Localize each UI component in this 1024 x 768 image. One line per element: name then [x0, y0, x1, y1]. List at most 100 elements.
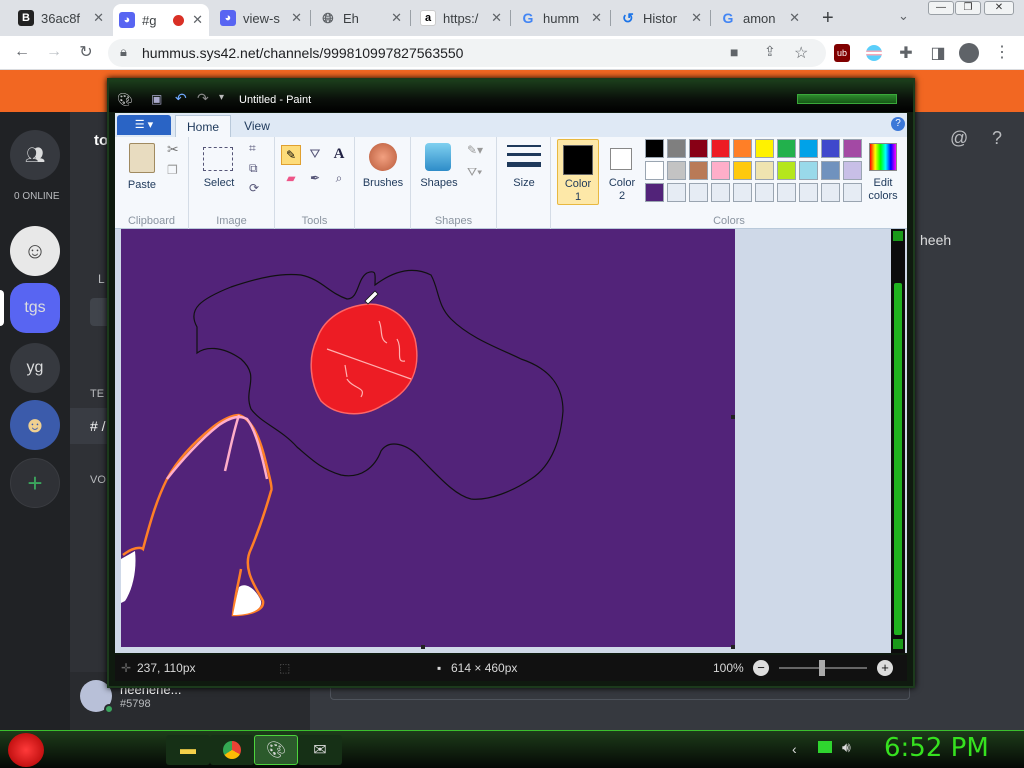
- drawing-canvas[interactable]: [121, 229, 735, 647]
- file-menu-button[interactable]: ☰ ▾: [117, 115, 171, 135]
- color1-button[interactable]: Color 1: [557, 139, 599, 205]
- palette-swatch[interactable]: [821, 183, 840, 202]
- tab-search-chevron-icon[interactable]: ⌄: [898, 8, 909, 24]
- bookmark-star-icon[interactable]: ☆: [794, 43, 808, 63]
- zoom-slider-thumb[interactable]: [819, 660, 825, 676]
- tray-chevron-icon[interactable]: ‹: [792, 741, 797, 757]
- channel-item[interactable]: # /: [70, 408, 110, 444]
- taskbar-paint[interactable]: 🎨︎: [254, 735, 298, 765]
- rotate-icon[interactable]: ⟳: [249, 181, 259, 195]
- vertical-scrollbar[interactable]: [891, 229, 905, 653]
- close-icon[interactable]: ✕: [491, 10, 502, 26]
- palette-swatch[interactable]: [799, 139, 818, 158]
- ublock-icon[interactable]: ub: [834, 44, 850, 62]
- palette-swatch[interactable]: [689, 139, 708, 158]
- shapes-button[interactable]: Shapes: [417, 141, 461, 205]
- server-tgs[interactable]: tgs: [10, 283, 60, 333]
- window-control-buttons[interactable]: [797, 94, 897, 104]
- palette-swatch[interactable]: [755, 139, 774, 158]
- start-button-bird-icon[interactable]: [8, 733, 44, 767]
- undo-icon[interactable]: ↶: [175, 90, 187, 107]
- quick-access-dropdown-icon[interactable]: ▾: [219, 92, 224, 103]
- tray-network-icon[interactable]: [818, 741, 832, 753]
- palette-swatch[interactable]: [689, 161, 708, 180]
- close-icon[interactable]: ✕: [591, 10, 602, 26]
- menu-kebab-icon[interactable]: ⋮: [992, 42, 1012, 62]
- extensions-puzzle-icon[interactable]: ✚: [896, 43, 916, 63]
- palette-swatch[interactable]: [799, 161, 818, 180]
- resize-handle-right[interactable]: [731, 415, 735, 419]
- magnifier-icon[interactable]: ⌕: [329, 169, 349, 189]
- palette-swatch[interactable]: [821, 161, 840, 180]
- zoom-in-button[interactable]: +: [877, 660, 893, 676]
- side-panel-icon[interactable]: ◨: [928, 43, 948, 63]
- close-icon[interactable]: ✕: [192, 12, 203, 28]
- scroll-down-arrow-icon[interactable]: [893, 639, 903, 649]
- copy-icon[interactable]: ❐: [167, 163, 178, 177]
- palette-swatch[interactable]: [667, 161, 686, 180]
- palette-swatch[interactable]: [733, 183, 752, 202]
- tab-3[interactable]: ◕ view-s ✕: [214, 4, 308, 32]
- resize-handle-bottom[interactable]: [421, 645, 425, 649]
- friends-home-icon[interactable]: 👥︎: [10, 130, 60, 180]
- paste-button[interactable]: Paste: [125, 141, 161, 201]
- close-icon[interactable]: ✕: [391, 10, 402, 26]
- palette-swatch[interactable]: [777, 161, 796, 180]
- save-icon[interactable]: ▣: [151, 92, 162, 106]
- select-button[interactable]: Select: [197, 141, 241, 201]
- close-icon[interactable]: ✕: [291, 10, 302, 26]
- resize-icon[interactable]: ⧉: [249, 161, 258, 176]
- close-icon[interactable]: ✕: [691, 10, 702, 26]
- palette-swatch[interactable]: [777, 183, 796, 202]
- color-picker-icon[interactable]: ✒: [305, 169, 325, 189]
- palette-swatch[interactable]: [755, 161, 774, 180]
- taskbar-chrome[interactable]: [210, 735, 254, 765]
- tab-6[interactable]: G humm ✕: [514, 4, 608, 32]
- help-icon[interactable]: ?: [891, 117, 905, 131]
- palette-swatch[interactable]: [645, 139, 664, 158]
- minimize-button[interactable]: —: [928, 1, 954, 15]
- palette-swatch[interactable]: [711, 139, 730, 158]
- zoom-out-button[interactable]: −: [753, 660, 769, 676]
- camera-icon[interactable]: ■: [730, 44, 738, 60]
- tab-8[interactable]: G amon ✕: [714, 4, 806, 32]
- mentions-at-icon[interactable]: @: [950, 128, 968, 149]
- taskbar-file-explorer[interactable]: ▬: [166, 735, 210, 765]
- tab-7[interactable]: ↺ Histor ✕: [614, 4, 708, 32]
- volume-speaker-icon[interactable]: 🔊︎: [842, 739, 851, 756]
- outline-icon[interactable]: ✎▾: [467, 143, 483, 157]
- tab-view[interactable]: View: [235, 115, 279, 137]
- palette-swatch[interactable]: [755, 183, 774, 202]
- palette-swatch[interactable]: [667, 139, 686, 158]
- restore-button[interactable]: ❐: [955, 1, 981, 15]
- tab-5[interactable]: a https:/ ✕: [414, 4, 508, 32]
- server-avatar-2[interactable]: ☻: [10, 400, 60, 450]
- profile-avatar-icon[interactable]: [959, 43, 979, 63]
- tab-1[interactable]: B 36ac8f ✕: [12, 4, 110, 32]
- scroll-up-arrow-icon[interactable]: [893, 231, 903, 241]
- palette-swatch[interactable]: [667, 183, 686, 202]
- brushes-button[interactable]: Brushes: [359, 141, 407, 205]
- add-server-plus-icon[interactable]: +: [10, 458, 60, 508]
- scroll-thumb[interactable]: [894, 283, 902, 635]
- share-icon[interactable]: ⇪: [764, 43, 776, 60]
- taskbar-clock[interactable]: 6:52 PM: [884, 733, 989, 763]
- fill-bucket-icon[interactable]: ⛛: [305, 145, 325, 165]
- palette-swatch[interactable]: [777, 139, 796, 158]
- server-avatar[interactable]: ☺: [10, 226, 60, 276]
- pencil-icon[interactable]: ✎: [281, 145, 301, 165]
- palette-swatch[interactable]: [843, 139, 862, 158]
- resize-handle-corner[interactable]: [731, 645, 735, 649]
- palette-swatch[interactable]: [645, 183, 664, 202]
- close-window-button[interactable]: ✕: [984, 1, 1014, 15]
- extension-flag-icon[interactable]: [866, 45, 882, 61]
- palette-swatch[interactable]: [821, 139, 840, 158]
- palette-swatch[interactable]: [733, 139, 752, 158]
- redo-icon[interactable]: ↷: [197, 90, 209, 107]
- color2-button[interactable]: Color 2: [601, 139, 643, 205]
- tab-4[interactable]: 🌐︎ Eh ✕: [314, 4, 408, 32]
- forward-arrow-icon[interactable]: →: [44, 43, 64, 61]
- palette-swatch[interactable]: [711, 161, 730, 180]
- palette-swatch[interactable]: [733, 161, 752, 180]
- tab-2-active[interactable]: ◕ #g ✕: [113, 4, 209, 36]
